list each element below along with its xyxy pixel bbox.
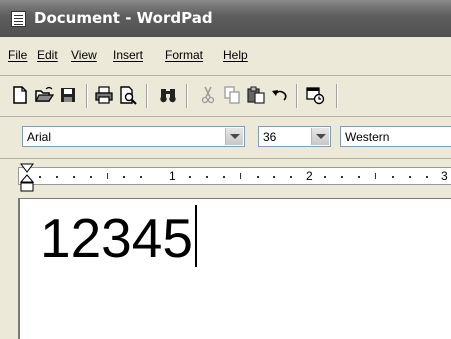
print-icon[interactable] — [94, 85, 114, 105]
font-name-value: Arial — [27, 130, 52, 144]
save-disk-icon[interactable] — [58, 85, 78, 105]
standard-toolbar — [0, 76, 451, 117]
toolbar-separator — [296, 84, 298, 108]
paste-icon[interactable] — [246, 85, 266, 105]
chevron-down-icon[interactable] — [311, 128, 329, 145]
ruler-mark-2: 2 — [306, 169, 313, 183]
open-folder-icon[interactable] — [34, 85, 54, 105]
indent-marker-icon[interactable] — [20, 163, 34, 197]
font-name-combo[interactable]: Arial — [22, 126, 245, 147]
find-binoculars-icon[interactable] — [158, 85, 178, 105]
menu-edit[interactable]: Edit — [37, 48, 58, 62]
document-text-content: 12345 — [40, 207, 193, 269]
font-size-value: 36 — [263, 130, 277, 144]
menu-help[interactable]: Help — [223, 48, 248, 62]
toolbar-separator — [86, 84, 88, 108]
text-caret — [194, 205, 197, 267]
new-document-icon[interactable] — [10, 85, 30, 105]
copy-icon[interactable] — [222, 85, 242, 105]
print-preview-icon[interactable] — [118, 85, 138, 105]
ruler-mark-3: 3 — [441, 169, 448, 183]
ruler-mark-1: 1 — [169, 169, 176, 183]
menu-bar: File Edit View Insert Format Help — [0, 37, 451, 76]
title-bar[interactable]: Document - WordPad — [0, 0, 451, 37]
font-size-combo[interactable]: 36 — [258, 126, 331, 147]
undo-icon[interactable] — [270, 85, 290, 105]
window-title: Document - WordPad — [34, 9, 213, 27]
document-text[interactable]: 12345 — [40, 205, 197, 271]
document-area[interactable]: 12345 — [18, 198, 451, 339]
toolbar-separator — [146, 84, 148, 108]
chevron-down-icon[interactable] — [225, 128, 243, 145]
script-value: Western — [345, 130, 390, 144]
toolbar-separator — [186, 84, 188, 108]
ruler[interactable]: 1 2 3 — [18, 167, 451, 185]
menu-file[interactable]: File — [8, 48, 27, 62]
menu-insert[interactable]: Insert — [113, 48, 143, 62]
cut-scissors-icon[interactable] — [198, 85, 218, 105]
menu-view[interactable]: View — [71, 48, 97, 62]
wordpad-window: Document - WordPad File Edit View Insert… — [0, 0, 451, 339]
format-toolbar: Arial 36 Western — [0, 117, 451, 157]
date-time-icon[interactable] — [305, 85, 325, 105]
toolbar-separator — [336, 84, 338, 108]
menu-format[interactable]: Format — [165, 48, 203, 62]
ruler-area: 1 2 3 — [0, 158, 451, 199]
script-combo[interactable]: Western — [340, 126, 451, 147]
wordpad-document-icon[interactable] — [11, 11, 26, 27]
